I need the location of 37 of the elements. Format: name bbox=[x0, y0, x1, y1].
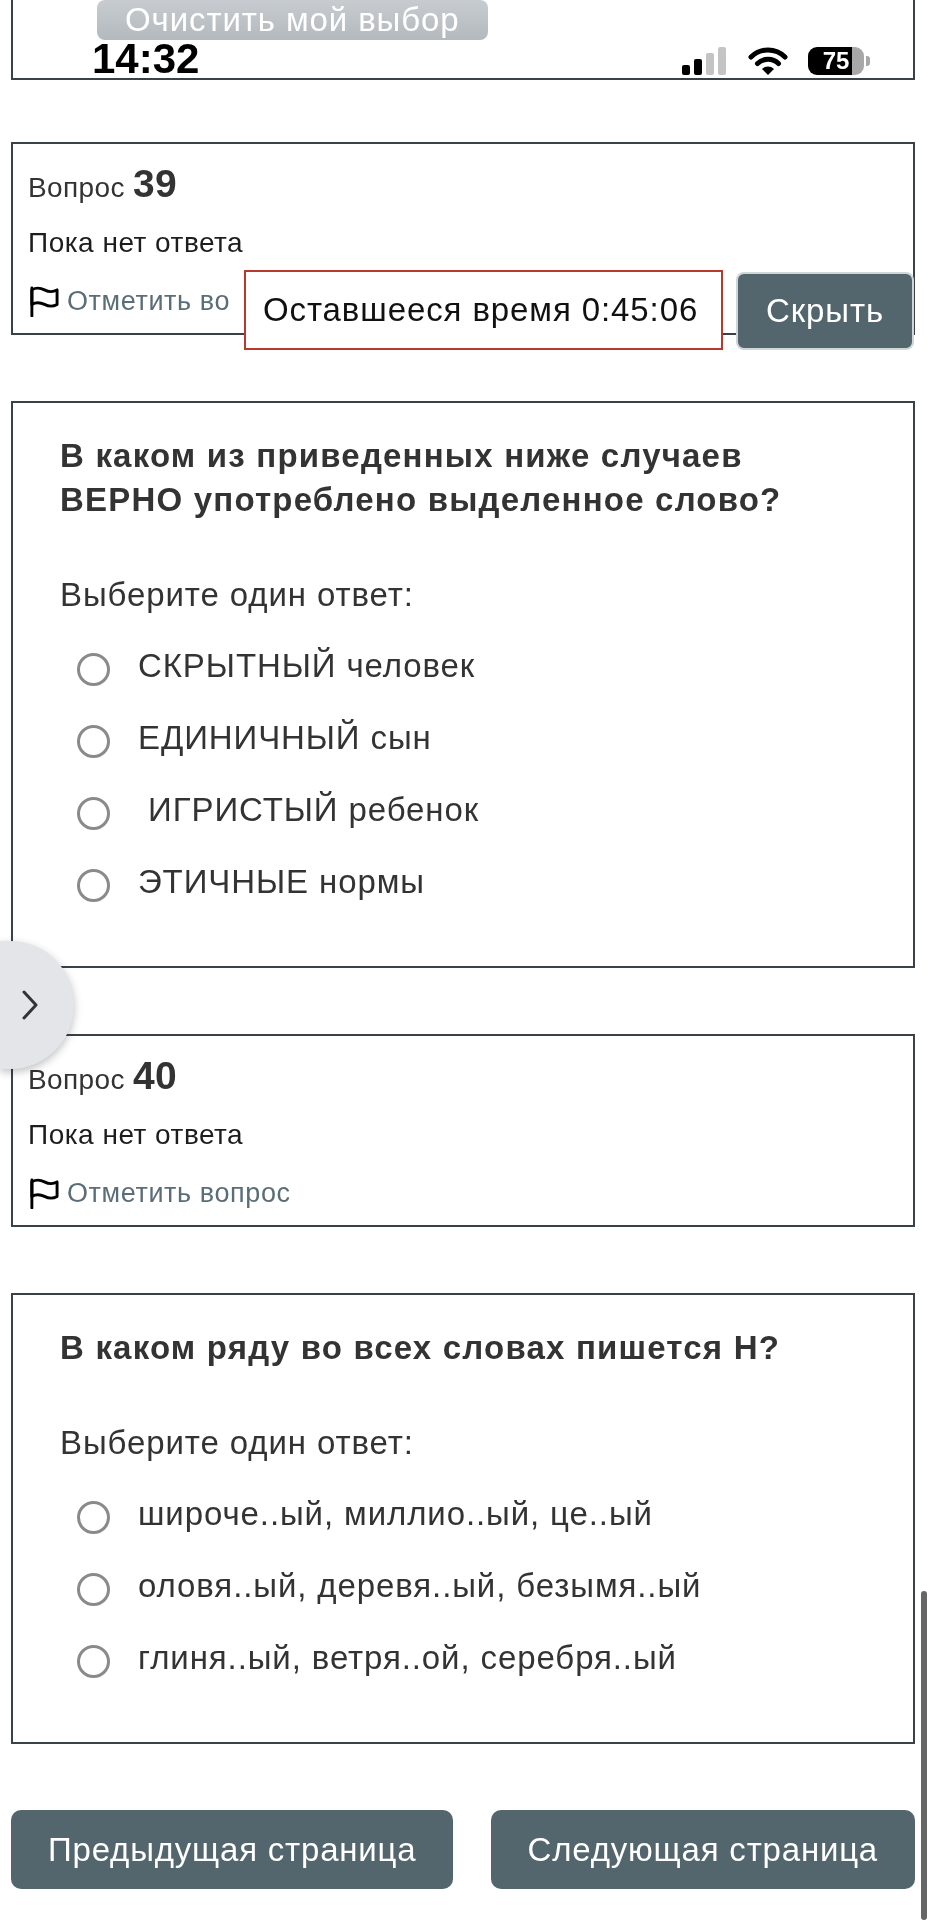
hide-timer-button[interactable]: Скрыть bbox=[736, 272, 914, 350]
signal-icon bbox=[682, 47, 728, 75]
scrollbar-thumb[interactable] bbox=[921, 1591, 927, 1920]
answer-prompt: Выберите один ответ: bbox=[60, 1423, 415, 1463]
question-text: В каком из приведенных ниже случаев ВЕРНО употреблено выделенное слово? bbox=[60, 436, 783, 520]
radio-button[interactable] bbox=[77, 724, 110, 758]
radio-button[interactable] bbox=[77, 652, 110, 686]
answer-prompt: Выберите один ответ: bbox=[60, 575, 415, 615]
flag-question-link[interactable]: Отметить во bbox=[28, 283, 231, 319]
question-number: 39 bbox=[132, 161, 178, 207]
radio-button[interactable] bbox=[77, 1572, 110, 1606]
option-label[interactable]: глиня..ый, ветря..ой, серебря..ый bbox=[138, 1636, 677, 1680]
radio-button[interactable] bbox=[77, 868, 110, 902]
option-label[interactable]: широче..ый, миллио..ый, це..ый bbox=[138, 1492, 653, 1536]
answer-status: Пока нет ответа bbox=[28, 226, 245, 260]
option-label[interactable]: СКРЫТНЫЙ человек bbox=[138, 644, 476, 688]
time-remaining: Оставшееся время 0:45:06 bbox=[244, 270, 723, 350]
chevron-right-icon bbox=[22, 990, 38, 1020]
option-label[interactable]: ЕДИНИЧНЫЙ сын bbox=[138, 716, 432, 760]
option-label[interactable]: оловя..ый, деревя..ый, безымя..ый bbox=[138, 1564, 702, 1608]
drawer-toggle-button[interactable] bbox=[0, 941, 74, 1069]
radio-button[interactable] bbox=[77, 796, 110, 830]
question-number: 40 bbox=[132, 1053, 178, 1099]
battery-indicator: 75 bbox=[808, 47, 870, 75]
status-time: 14:32 bbox=[92, 40, 200, 78]
radio-button[interactable] bbox=[77, 1500, 110, 1534]
wifi-icon bbox=[748, 46, 788, 76]
question-label: Вопрос bbox=[28, 1063, 125, 1097]
radio-button[interactable] bbox=[77, 1644, 110, 1678]
question-text: В каком ряду во всех словах пишется Н? bbox=[60, 1328, 782, 1368]
previous-page-button[interactable]: Предыдущая страница bbox=[11, 1810, 454, 1889]
answer-status: Пока нет ответа bbox=[28, 1118, 245, 1152]
option-label[interactable]: ЭТИЧНЫЕ нормы bbox=[138, 860, 425, 904]
flag-question-link[interactable]: Отметить вопрос bbox=[28, 1175, 291, 1211]
next-page-button[interactable]: Следующая страница bbox=[490, 1810, 915, 1889]
question-label: Вопрос bbox=[28, 171, 125, 205]
option-label[interactable]: ИГРИСТЫЙ ребенок bbox=[138, 788, 480, 832]
